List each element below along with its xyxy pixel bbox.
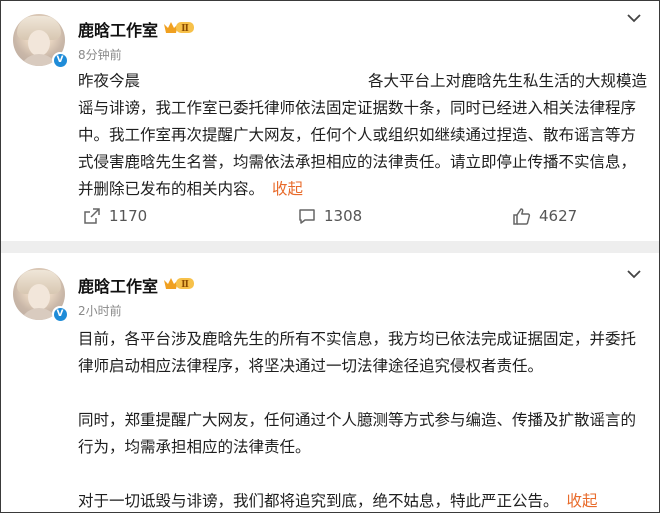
svg-text:Ⅱ: Ⅱ xyxy=(181,280,189,290)
post-time[interactable]: 8分钟前 xyxy=(78,46,122,63)
like-button[interactable]: 4627 xyxy=(512,207,577,225)
vip-crown-icon[interactable]: Ⅱ xyxy=(163,276,195,291)
vip-crown-icon[interactable]: Ⅱ xyxy=(163,20,195,35)
collapse-link[interactable]: 收起 xyxy=(272,180,303,198)
post-text: 目前，各平台涉及鹿晗先生的所有不实信息，我方均已依法完成证据固定，并委托律师启动… xyxy=(78,326,648,512)
post-text-start: 昨夜今晨 xyxy=(78,72,141,90)
post-card: V 鹿晗工作室 Ⅱ 2小时前 目前，各平台涉及鹿晗先生的所有不实信息，我方均已依… xyxy=(1,253,659,512)
chevron-down-icon[interactable] xyxy=(627,11,641,27)
post-paragraph: 对于一切诋毁与诽谤，我们都将追究到底，绝不姑息，特此严正公告。 xyxy=(78,492,559,510)
comment-count: 1308 xyxy=(324,207,363,225)
author-name[interactable]: 鹿晗工作室 xyxy=(78,273,158,297)
action-bar: 1170 1308 4627 xyxy=(1,203,659,233)
post-text-rest: 模造谣与诽谤，我工作室已委托律师依法固定证据数十条，同时已经进入相关法律程序中。… xyxy=(78,72,648,198)
post-divider xyxy=(1,241,659,253)
weibo-feed: V 鹿晗工作室 Ⅱ 8分钟前 昨夜今晨 各大平台上对鹿晗先生私生活的大规模造谣与诽… xyxy=(0,0,660,513)
verified-icon: V xyxy=(52,52,68,68)
post-time[interactable]: 2小时前 xyxy=(78,302,122,319)
post-text: 昨夜今晨 各大平台上对鹿晗先生私生活的大规模造谣与诽谤，我工作室已委托律师依法固定… xyxy=(78,68,648,203)
post-paragraph: 目前，各平台涉及鹿晗先生的所有不实信息，我方均已依法完成证据固定，并委托律师启动… xyxy=(78,330,637,375)
chevron-down-icon[interactable] xyxy=(627,267,641,283)
collapse-link[interactable]: 收起 xyxy=(567,492,598,510)
verified-icon: V xyxy=(52,306,68,322)
comment-button[interactable]: 1308 xyxy=(298,207,362,225)
repost-button[interactable]: 1170 xyxy=(83,207,147,225)
post-paragraph: 同时，郑重提醒广大网友，任何通过个人臆测等方式参与编造、传播及扩散谣言的行为，均… xyxy=(78,411,637,456)
comment-icon xyxy=(299,209,315,224)
author-name[interactable]: 鹿晗工作室 xyxy=(78,17,158,41)
repost-count: 1170 xyxy=(109,207,148,225)
repost-icon xyxy=(84,208,100,224)
post-text-continue: 各大平台上对鹿晗先生私生活的大规 xyxy=(368,72,617,90)
svg-text:Ⅱ: Ⅱ xyxy=(181,24,189,34)
like-icon xyxy=(513,208,531,225)
post-card: V 鹿晗工作室 Ⅱ 8分钟前 昨夜今晨 各大平台上对鹿晗先生私生活的大规模造谣与诽… xyxy=(1,1,659,241)
like-count: 4627 xyxy=(539,207,578,225)
